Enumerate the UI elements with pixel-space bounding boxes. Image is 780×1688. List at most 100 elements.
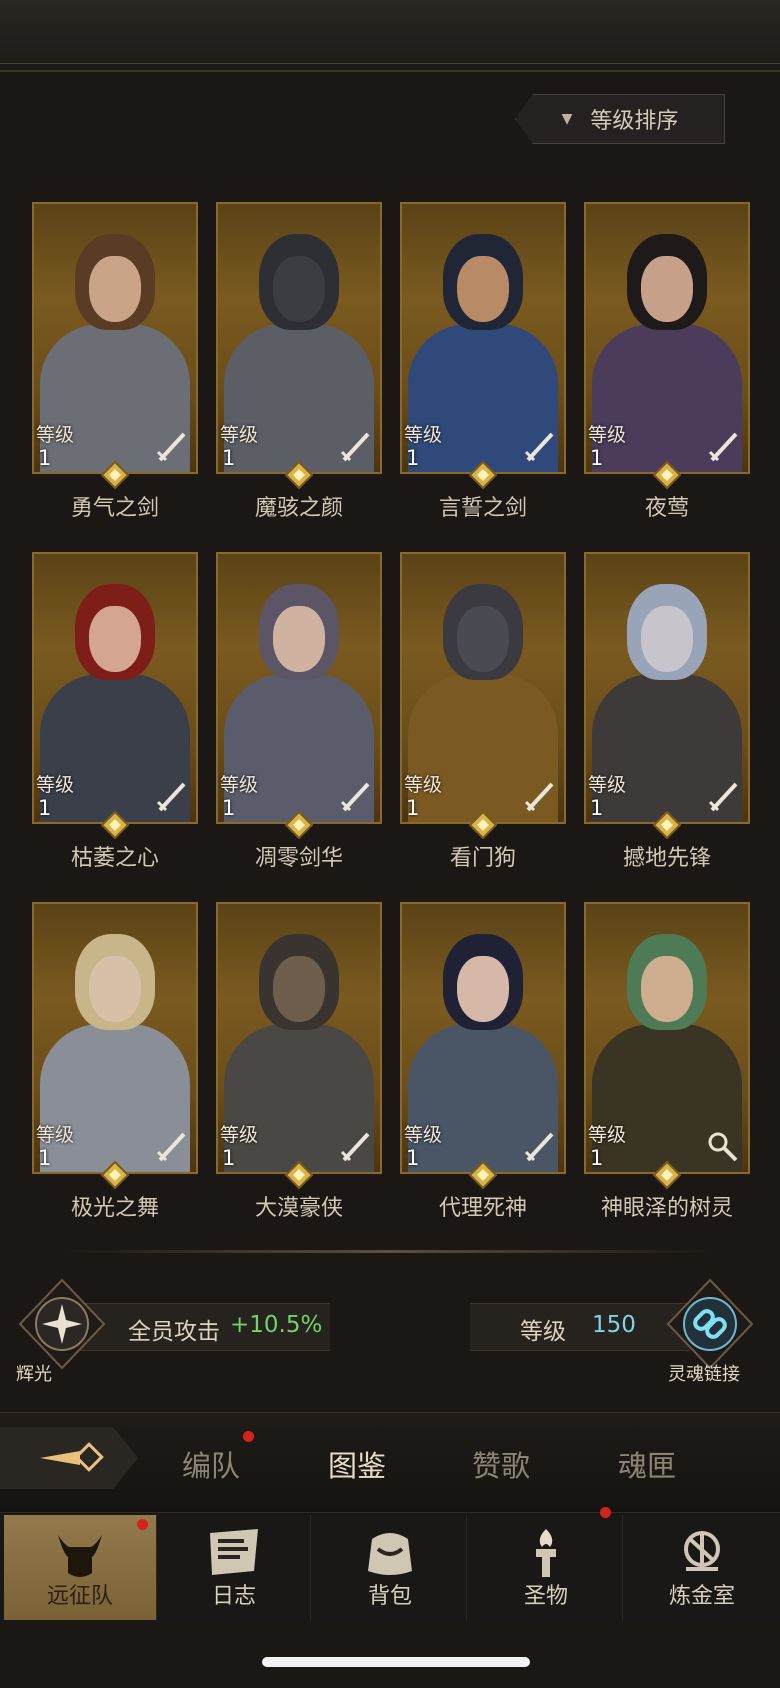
helmet-icon xyxy=(58,1535,102,1577)
level-label: 等级 xyxy=(588,1124,627,1146)
hero-card[interactable]: 等级 1 xyxy=(400,552,566,840)
level-label: 等级 xyxy=(520,1319,566,1345)
level-label: 等级 xyxy=(404,774,443,796)
level-label: 等级 xyxy=(220,424,259,446)
nav-log-label: 日志 xyxy=(211,1584,256,1609)
level-label: 等级 xyxy=(220,1124,259,1146)
stat-value: +10.5% xyxy=(230,1312,323,1338)
level-value: 1 xyxy=(590,796,604,820)
sort-button[interactable]: ▼ 等级排序 xyxy=(515,94,725,144)
stat-label: 全员攻击 xyxy=(128,1319,220,1345)
hero-card[interactable]: 等级 1 xyxy=(216,902,382,1190)
sword-icon xyxy=(340,432,370,462)
chain-link-icon xyxy=(666,1278,754,1370)
hero-card[interactable]: 等级 1 xyxy=(216,552,382,840)
tab-soul-box-label: 魂匣 xyxy=(618,1449,677,1483)
nav-alchemy-label: 炼金室 xyxy=(668,1584,735,1609)
sword-icon xyxy=(156,782,186,812)
level-value: 150 xyxy=(592,1312,636,1338)
alchemy-icon xyxy=(684,1531,720,1571)
tab-hymn[interactable]: 赞歌 xyxy=(472,1443,530,1485)
radiance-label: 辉光 xyxy=(16,1364,52,1385)
level-value: 1 xyxy=(590,446,604,470)
rank-gem-icon xyxy=(100,460,130,490)
dropdown-arrow-icon: ▼ xyxy=(561,111,573,127)
hero-card[interactable]: 等级 1 xyxy=(584,202,750,490)
level-value: 1 xyxy=(222,796,236,820)
hero-name: 神眼泽的树灵 xyxy=(600,1196,733,1221)
rank-gem-icon xyxy=(284,810,314,840)
rank-gem-icon xyxy=(652,460,682,490)
radiance-icon xyxy=(18,1278,106,1370)
level-label: 等级 xyxy=(36,424,75,446)
level-value: 1 xyxy=(38,796,52,820)
hero-card[interactable]: 等级 1 xyxy=(400,902,566,1190)
nav-relics-label: 圣物 xyxy=(523,1584,568,1609)
notification-dot xyxy=(600,1507,611,1518)
hero-card[interactable]: 等级 1 xyxy=(32,552,198,840)
hero-card[interactable]: 等级 1 xyxy=(216,202,382,490)
tab-soul-box[interactable]: 魂匣 xyxy=(618,1443,676,1485)
rank-gem-icon xyxy=(468,810,498,840)
nav-alchemy[interactable]: 炼金室 xyxy=(626,1515,778,1620)
divider xyxy=(60,1250,720,1253)
staff-icon xyxy=(708,1132,738,1162)
level-panel: 等级 150 xyxy=(470,1303,690,1351)
level-value: 1 xyxy=(406,1146,420,1170)
hero-card[interactable]: 等级 1 xyxy=(400,202,566,490)
sort-button-label: 等级排序 xyxy=(590,109,679,134)
level-label: 等级 xyxy=(404,1124,443,1146)
sub-tab-bar: 编队 图鉴 赞歌 魂匣 xyxy=(0,1412,780,1513)
back-button[interactable] xyxy=(0,1427,138,1489)
level-value: 1 xyxy=(38,446,52,470)
level-label: 等级 xyxy=(36,1124,75,1146)
nav-expedition-label: 远征队 xyxy=(46,1584,113,1609)
sword-icon xyxy=(156,1132,186,1162)
home-indicator[interactable] xyxy=(262,1657,530,1667)
tab-codex-label: 图鉴 xyxy=(328,1449,387,1483)
soul-link-label: 灵魂链接 xyxy=(668,1364,740,1385)
soul-link-emblem[interactable]: 灵魂链接 xyxy=(664,1278,756,1385)
nav-bag-label: 背包 xyxy=(367,1584,412,1609)
nav-relics[interactable]: 圣物 xyxy=(470,1515,623,1620)
hero-name: 代理死神 xyxy=(438,1196,527,1221)
sword-icon xyxy=(708,782,738,812)
hero-name: 看门狗 xyxy=(449,846,516,871)
sword-icon xyxy=(524,432,554,462)
bag-icon xyxy=(368,1533,412,1575)
hero-card[interactable]: 等级 1 xyxy=(584,552,750,840)
radiance-emblem[interactable]: 辉光 xyxy=(16,1278,108,1385)
top-frame xyxy=(0,0,780,72)
level-value: 1 xyxy=(406,446,420,470)
hero-name: 凋零剑华 xyxy=(254,846,343,871)
notification-dot xyxy=(243,1431,254,1442)
scroll-icon xyxy=(210,1529,258,1575)
sword-icon xyxy=(708,432,738,462)
torch-icon xyxy=(536,1529,556,1577)
rank-gem-icon xyxy=(284,460,314,490)
nav-expedition[interactable]: 远征队 xyxy=(4,1515,157,1620)
tab-formation[interactable]: 编队 xyxy=(182,1443,240,1485)
hero-card[interactable]: 等级 1 xyxy=(32,202,198,490)
rank-gem-icon xyxy=(652,1160,682,1190)
tab-hymn-label: 赞歌 xyxy=(472,1449,531,1483)
rank-gem-icon xyxy=(100,1160,130,1190)
hero-name: 极光之舞 xyxy=(70,1196,159,1221)
nav-log[interactable]: 日志 xyxy=(158,1515,311,1620)
rank-gem-icon xyxy=(100,810,130,840)
sword-icon xyxy=(156,432,186,462)
back-arrow-icon xyxy=(40,1442,104,1472)
level-label: 等级 xyxy=(36,774,75,796)
hero-card[interactable]: 等级 1 xyxy=(32,902,198,1190)
sword-icon xyxy=(524,1132,554,1162)
hero-card[interactable]: 等级 1 xyxy=(584,902,750,1190)
hero-name: 大漠豪侠 xyxy=(254,1196,343,1221)
level-value: 1 xyxy=(406,796,420,820)
tab-codex[interactable]: 图鉴 xyxy=(328,1443,386,1485)
stat-panel: 全员攻击 +10.5% xyxy=(70,1303,330,1351)
rank-gem-icon xyxy=(652,810,682,840)
level-label: 等级 xyxy=(588,774,627,796)
level-value: 1 xyxy=(590,1146,604,1170)
nav-bag[interactable]: 背包 xyxy=(314,1515,467,1620)
tab-formation-label: 编队 xyxy=(182,1449,241,1483)
